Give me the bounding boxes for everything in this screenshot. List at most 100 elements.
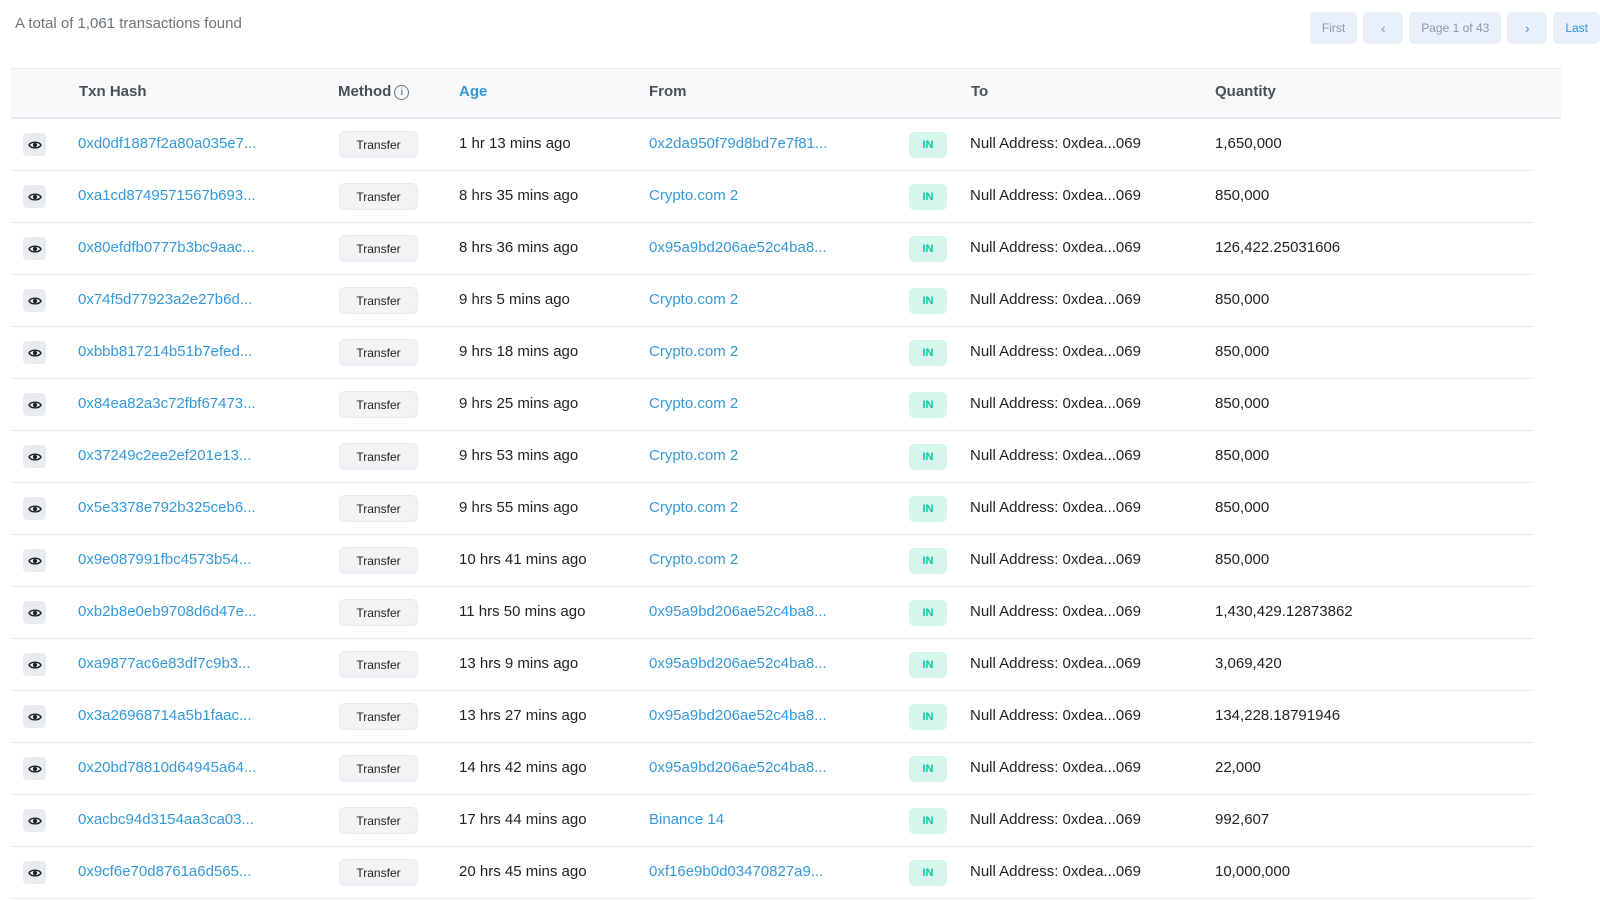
direction-badge: IN (909, 184, 947, 210)
age-text: 13 hrs 27 mins ago (459, 707, 587, 724)
to-address: Null Address: 0xdea...069 (970, 707, 1141, 724)
eye-icon[interactable] (23, 341, 46, 364)
direction-badge: IN (909, 808, 947, 834)
txn-hash-link[interactable]: 0x5e3378e792b325ceb6... (78, 499, 256, 516)
txn-hash-link[interactable]: 0x80efdfb0777b3bc9aac... (78, 239, 255, 256)
from-address-link[interactable]: Crypto.com 2 (649, 447, 738, 464)
from-address-link[interactable]: Crypto.com 2 (649, 499, 738, 516)
from-address-link[interactable]: 0x95a9bd206ae52c4ba8... (649, 239, 827, 256)
age-text: 1 hr 13 mins ago (459, 135, 571, 152)
txn-hash-link[interactable]: 0x84ea82a3c72fbf67473... (78, 395, 256, 412)
method-badge: Transfer (339, 547, 418, 574)
eye-icon[interactable] (23, 237, 46, 260)
txn-hash-link[interactable]: 0x9e087991fbc4573b54... (78, 551, 252, 568)
eye-icon[interactable] (23, 601, 46, 624)
eye-icon[interactable] (23, 445, 46, 468)
txn-hash-link[interactable]: 0xd0df1887f2a80a035e7... (78, 135, 257, 152)
table-body: 0xd0df1887f2a80a035e7... Transfer 1 hr 1… (11, 119, 1561, 899)
to-address: Null Address: 0xdea...069 (970, 395, 1141, 412)
direction-badge: IN (909, 600, 947, 626)
txn-hash-link[interactable]: 0x74f5d77923a2e27b6d... (78, 291, 252, 308)
age-text: 9 hrs 55 mins ago (459, 499, 579, 516)
eye-icon[interactable] (23, 705, 46, 728)
txn-hash-link[interactable]: 0x37249c2ee2ef201e13... (78, 447, 252, 464)
from-address-link[interactable]: Crypto.com 2 (649, 395, 738, 412)
method-badge: Transfer (339, 495, 418, 522)
header-to: To (971, 83, 989, 100)
eye-icon[interactable] (23, 497, 46, 520)
age-text: 13 hrs 9 mins ago (459, 655, 579, 672)
from-address-link[interactable]: Crypto.com 2 (649, 551, 738, 568)
eye-icon[interactable] (23, 393, 46, 416)
method-badge: Transfer (339, 859, 418, 886)
from-address-link[interactable]: 0x95a9bd206ae52c4ba8... (649, 655, 827, 672)
table-row: 0x3a26968714a5b1faac... Transfer 13 hrs … (11, 691, 1534, 743)
from-address-link[interactable]: 0x95a9bd206ae52c4ba8... (649, 759, 827, 776)
table-row: 0xbbb817214b51b7efed... Transfer 9 hrs 1… (11, 327, 1534, 379)
direction-badge: IN (909, 756, 947, 782)
to-address: Null Address: 0xdea...069 (970, 811, 1141, 828)
header-from: From (649, 83, 687, 100)
table-row: 0xa1cd8749571567b693... Transfer 8 hrs 3… (11, 171, 1534, 223)
method-badge: Transfer (339, 131, 418, 158)
txn-hash-link[interactable]: 0xb2b8e0eb9708d6d47e... (78, 603, 257, 620)
txn-hash-link[interactable]: 0x9cf6e70d8761a6d565... (78, 863, 252, 880)
direction-badge: IN (909, 496, 947, 522)
table-row: 0xacbc94d3154aa3ca03... Transfer 17 hrs … (11, 795, 1534, 847)
header-method: Method i (338, 83, 410, 100)
method-badge: Transfer (339, 755, 418, 782)
table-row: 0x74f5d77923a2e27b6d... Transfer 9 hrs 5… (11, 275, 1534, 327)
page-indicator: Page 1 of 43 (1409, 12, 1502, 44)
direction-badge: IN (909, 288, 947, 314)
last-page-button[interactable]: Last (1553, 12, 1600, 44)
from-address-link[interactable]: Crypto.com 2 (649, 187, 738, 204)
quantity-value: 10,000,000 (1215, 863, 1291, 880)
from-address-link[interactable]: 0xf16e9b0d03470827a9... (649, 863, 823, 880)
txn-hash-link[interactable]: 0xbbb817214b51b7efed... (78, 343, 252, 360)
eye-icon[interactable] (23, 757, 46, 780)
header-age[interactable]: Age (459, 83, 487, 100)
txn-hash-link[interactable]: 0xa9877ac6e83df7c9b3... (78, 655, 251, 672)
eye-icon[interactable] (23, 809, 46, 832)
eye-icon[interactable] (23, 861, 46, 884)
eye-icon[interactable] (23, 289, 46, 312)
method-badge: Transfer (339, 703, 418, 730)
prev-page-button[interactable]: ‹ (1363, 12, 1404, 44)
from-address-link[interactable]: 0x95a9bd206ae52c4ba8... (649, 603, 827, 620)
method-badge: Transfer (339, 651, 418, 678)
to-address: Null Address: 0xdea...069 (970, 135, 1141, 152)
method-badge: Transfer (339, 235, 418, 262)
table-row: 0x9e087991fbc4573b54... Transfer 10 hrs … (11, 535, 1534, 587)
quantity-value: 3,069,420 (1215, 655, 1282, 672)
eye-icon[interactable] (23, 133, 46, 156)
from-address-link[interactable]: 0x2da950f79d8bd7e7f81... (649, 135, 828, 152)
quantity-value: 22,000 (1215, 759, 1261, 776)
table-row: 0x9cf6e70d8761a6d565... Transfer 20 hrs … (11, 847, 1534, 899)
txn-hash-link[interactable]: 0x3a26968714a5b1faac... (78, 707, 252, 724)
from-address-link[interactable]: Binance 14 (649, 811, 724, 828)
method-badge: Transfer (339, 443, 418, 470)
direction-badge: IN (909, 704, 947, 730)
to-address: Null Address: 0xdea...069 (970, 759, 1141, 776)
txn-hash-link[interactable]: 0xa1cd8749571567b693... (78, 187, 256, 204)
info-icon[interactable]: i (394, 85, 410, 100)
table-row: 0xa9877ac6e83df7c9b3... Transfer 13 hrs … (11, 639, 1534, 691)
method-badge: Transfer (339, 391, 418, 418)
to-address: Null Address: 0xdea...069 (970, 551, 1141, 568)
to-address: Null Address: 0xdea...069 (970, 291, 1141, 308)
from-address-link[interactable]: Crypto.com 2 (649, 291, 738, 308)
eye-icon[interactable] (23, 653, 46, 676)
eye-icon[interactable] (23, 549, 46, 572)
first-page-button[interactable]: First (1309, 12, 1358, 44)
from-address-link[interactable]: 0x95a9bd206ae52c4ba8... (649, 707, 827, 724)
txn-hash-link[interactable]: 0x20bd78810d64945a64... (78, 759, 257, 776)
next-page-button[interactable]: › (1507, 12, 1548, 44)
method-badge: Transfer (339, 287, 418, 314)
from-address-link[interactable]: Crypto.com 2 (649, 343, 738, 360)
txn-hash-link[interactable]: 0xacbc94d3154aa3ca03... (78, 811, 254, 828)
direction-badge: IN (909, 392, 947, 418)
eye-icon[interactable] (23, 185, 46, 208)
quantity-value: 1,430,429.12873862 (1215, 603, 1353, 620)
quantity-value: 992,607 (1215, 811, 1270, 828)
age-text: 8 hrs 35 mins ago (459, 187, 579, 204)
